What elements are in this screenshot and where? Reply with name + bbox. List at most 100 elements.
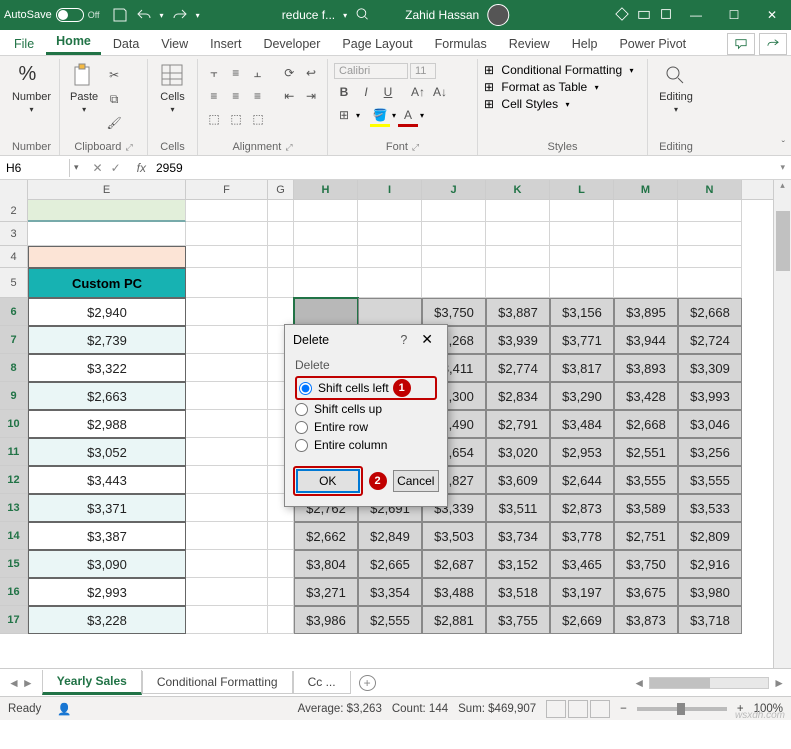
cell[interactable] bbox=[28, 246, 186, 268]
cell[interactable] bbox=[614, 200, 678, 222]
cell[interactable]: $3,771 bbox=[550, 326, 614, 354]
cell[interactable]: $3,443 bbox=[28, 466, 186, 494]
cell[interactable] bbox=[186, 200, 268, 222]
cell-styles-button[interactable]: ⊞ Cell Styles ▾ bbox=[484, 97, 641, 111]
cell[interactable]: $3,371 bbox=[28, 494, 186, 522]
option-shift-cells-left[interactable]: Shift cells left bbox=[299, 379, 389, 397]
radio-shift-up[interactable] bbox=[295, 403, 308, 416]
cell[interactable]: $3,980 bbox=[678, 578, 742, 606]
save-icon[interactable] bbox=[112, 7, 128, 23]
page-layout-view-button[interactable] bbox=[568, 700, 588, 718]
font-size-select[interactable]: 11 bbox=[410, 63, 436, 79]
cell[interactable] bbox=[28, 222, 186, 246]
cell[interactable]: $2,739 bbox=[28, 326, 186, 354]
cell[interactable]: $3,755 bbox=[486, 606, 550, 634]
cell[interactable] bbox=[186, 466, 268, 494]
horizontal-scrollbar[interactable] bbox=[649, 677, 769, 689]
cell[interactable]: $3,873 bbox=[614, 606, 678, 634]
cell[interactable]: $2,940 bbox=[28, 298, 186, 326]
name-box-dropdown-icon[interactable]: ▾ bbox=[70, 162, 83, 173]
tray-icon[interactable] bbox=[637, 7, 651, 24]
row-header-10[interactable]: 10 bbox=[0, 410, 28, 438]
tab-view[interactable]: View bbox=[151, 33, 198, 55]
indent-left-icon[interactable]: ⇤ bbox=[279, 86, 299, 106]
decrease-indent-icon[interactable]: ⬚ bbox=[204, 109, 224, 129]
align-bottom-icon[interactable]: ⫠ bbox=[248, 63, 268, 83]
col-header-L[interactable]: L bbox=[550, 180, 614, 199]
conditional-formatting-button[interactable]: ⊞ Conditional Formatting ▾ bbox=[484, 63, 641, 77]
row-header-16[interactable]: 16 bbox=[0, 578, 28, 606]
cell[interactable] bbox=[186, 550, 268, 578]
cell[interactable]: $3,387 bbox=[28, 522, 186, 550]
zoom-out-button[interactable]: − bbox=[620, 703, 627, 715]
row-header-17[interactable]: 17 bbox=[0, 606, 28, 634]
col-header-F[interactable]: F bbox=[186, 180, 268, 199]
cell[interactable]: $3,804 bbox=[294, 550, 358, 578]
name-box[interactable]: H6 bbox=[0, 159, 70, 177]
cell[interactable]: $3,465 bbox=[550, 550, 614, 578]
cell[interactable] bbox=[268, 298, 294, 326]
radio-entire-row[interactable] bbox=[295, 421, 308, 434]
cell[interactable]: $3,675 bbox=[614, 578, 678, 606]
cell[interactable] bbox=[186, 522, 268, 550]
cell[interactable] bbox=[268, 550, 294, 578]
tab-data[interactable]: Data bbox=[103, 33, 149, 55]
cell[interactable] bbox=[422, 222, 486, 246]
cell[interactable] bbox=[550, 200, 614, 222]
row-header-7[interactable]: 7 bbox=[0, 326, 28, 354]
cell[interactable]: $3,309 bbox=[678, 354, 742, 382]
search-icon[interactable] bbox=[355, 7, 369, 24]
help-button[interactable]: ? bbox=[392, 333, 415, 347]
col-header-G[interactable]: G bbox=[268, 180, 294, 199]
cell[interactable] bbox=[358, 222, 422, 246]
tab-home[interactable]: Home bbox=[46, 30, 101, 55]
cell[interactable]: $3,718 bbox=[678, 606, 742, 634]
cell[interactable] bbox=[678, 268, 742, 298]
italic-icon[interactable]: I bbox=[356, 82, 376, 102]
select-all-corner[interactable] bbox=[0, 180, 28, 200]
tab-power-pivot[interactable]: Power Pivot bbox=[609, 33, 696, 55]
fill-color-icon[interactable]: 🪣 bbox=[370, 105, 390, 125]
cell[interactable]: $3,817 bbox=[550, 354, 614, 382]
cell[interactable]: $2,687 bbox=[422, 550, 486, 578]
align-middle-icon[interactable]: ≡ bbox=[226, 63, 246, 83]
cell[interactable]: $3,750 bbox=[422, 298, 486, 326]
cell[interactable]: $3,256 bbox=[678, 438, 742, 466]
cell[interactable]: $2,662 bbox=[294, 522, 358, 550]
cell[interactable]: $3,156 bbox=[550, 298, 614, 326]
cell[interactable]: $2,849 bbox=[358, 522, 422, 550]
cell[interactable]: Custom PC bbox=[28, 268, 186, 298]
cell[interactable]: $2,988 bbox=[28, 410, 186, 438]
cell[interactable]: $3,488 bbox=[422, 578, 486, 606]
align-right-icon[interactable]: ≡ bbox=[248, 86, 268, 106]
option-entire-row[interactable]: Entire row bbox=[295, 418, 437, 436]
cell[interactable] bbox=[186, 438, 268, 466]
cell[interactable]: $2,555 bbox=[358, 606, 422, 634]
col-header-K[interactable]: K bbox=[486, 180, 550, 199]
formula-input[interactable]: 2959 bbox=[152, 159, 774, 177]
cell[interactable] bbox=[294, 200, 358, 222]
merge-icon[interactable]: ⬚ bbox=[226, 109, 246, 129]
diamond-icon[interactable] bbox=[615, 7, 629, 24]
cut-icon[interactable]: ✂ bbox=[104, 65, 124, 85]
col-header-E[interactable]: E bbox=[28, 180, 186, 199]
normal-view-button[interactable] bbox=[546, 700, 566, 718]
cell[interactable]: $3,533 bbox=[678, 494, 742, 522]
radio-entire-col[interactable] bbox=[295, 439, 308, 452]
cell[interactable] bbox=[186, 578, 268, 606]
row-header-9[interactable]: 9 bbox=[0, 382, 28, 410]
tab-developer[interactable]: Developer bbox=[253, 33, 330, 55]
cell[interactable]: $3,197 bbox=[550, 578, 614, 606]
cell[interactable]: $2,668 bbox=[678, 298, 742, 326]
cell[interactable]: $3,503 bbox=[422, 522, 486, 550]
cell[interactable]: $3,354 bbox=[358, 578, 422, 606]
cell[interactable]: $3,090 bbox=[28, 550, 186, 578]
cell[interactable]: $3,555 bbox=[614, 466, 678, 494]
cell[interactable]: $3,589 bbox=[614, 494, 678, 522]
ok-button[interactable]: OK bbox=[296, 469, 360, 493]
cell[interactable] bbox=[186, 268, 268, 298]
cell[interactable] bbox=[678, 222, 742, 246]
col-header-N[interactable]: N bbox=[678, 180, 742, 199]
row-header-4[interactable]: 4 bbox=[0, 246, 28, 268]
copy-icon[interactable]: ⧉ bbox=[104, 89, 124, 109]
